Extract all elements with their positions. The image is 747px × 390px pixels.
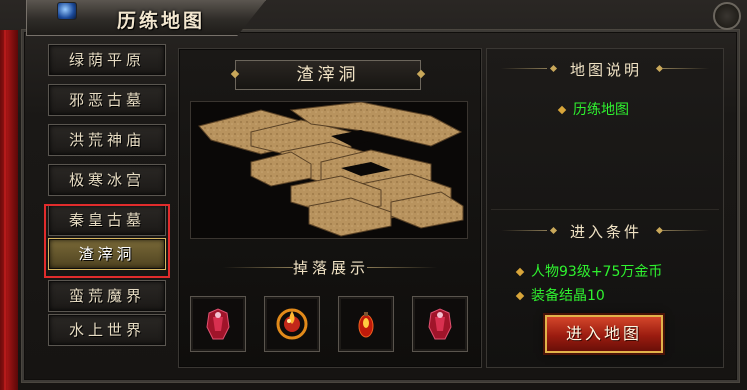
map-item-8[interactable]: 水上世界	[48, 314, 166, 346]
requirement-text-2: 装备结晶10	[531, 288, 605, 304]
info-panel: 地图说明 历练地图 进入条件 人物93级+75万金币 装备结晶10 进入地图	[486, 48, 724, 368]
drop-slot-3[interactable]	[338, 296, 394, 352]
diamond-icon	[230, 69, 240, 79]
map-name: 渣滓洞	[296, 65, 360, 85]
gem-icon	[57, 2, 77, 20]
map-item-4[interactable]: 极寒冰宫	[48, 164, 166, 196]
requirement-row-1: 人物93级+75万金币	[515, 261, 663, 281]
requirement-text-1: 人物93级+75万金币	[531, 264, 663, 280]
bullet-icon	[515, 291, 525, 301]
drops-title: 掉落展示	[292, 259, 369, 277]
drop-slot-1[interactable]	[190, 296, 246, 352]
drop-slot-2[interactable]	[264, 296, 320, 352]
divider-right	[663, 68, 709, 69]
corner-ornament-icon	[713, 2, 741, 30]
red-banner-decoration	[0, 30, 18, 390]
bullet-icon	[515, 267, 525, 277]
red-potion-icon	[358, 312, 374, 338]
map-item-1[interactable]: 绿荫平原	[48, 44, 166, 76]
description-text: 历练地图	[573, 102, 629, 118]
map-item-3[interactable]: 洪荒神庙	[48, 124, 166, 156]
enter-map-button[interactable]: 进入地图	[545, 315, 663, 353]
map-item-2[interactable]: 邪恶古墓	[48, 84, 166, 116]
divider-right	[663, 230, 709, 231]
selection-highlight-box	[44, 204, 170, 278]
red-armor-icon	[206, 308, 230, 340]
divider-right	[367, 267, 437, 268]
red-armor-icon	[428, 308, 452, 340]
title-bar: 历练地图	[26, 0, 266, 36]
requirements-title: 进入条件	[569, 223, 642, 241]
map-preview-image	[190, 101, 468, 239]
map-name-box: 渣滓洞	[230, 60, 426, 90]
window-title: 历练地图	[117, 10, 206, 32]
section-divider	[491, 209, 719, 210]
isometric-map-icon	[198, 102, 464, 237]
description-row: 历练地图	[557, 99, 629, 119]
map-item-7[interactable]: 蛮荒魔界	[48, 280, 166, 312]
bullet-icon	[557, 105, 567, 115]
description-title: 地图说明	[569, 61, 642, 79]
diamond-icon	[416, 69, 426, 79]
map-list: 绿荫平原 邪恶古墓 洪荒神庙 极寒冰宫 秦皇古墓 渣滓洞 蛮荒魔界 水上世界	[44, 42, 174, 346]
map-preview-panel: 渣滓洞 掉落展示	[178, 48, 482, 368]
fire-orb-icon	[276, 308, 308, 340]
requirement-row-2: 装备结晶10	[515, 285, 605, 305]
drop-slot-4[interactable]	[412, 296, 468, 352]
